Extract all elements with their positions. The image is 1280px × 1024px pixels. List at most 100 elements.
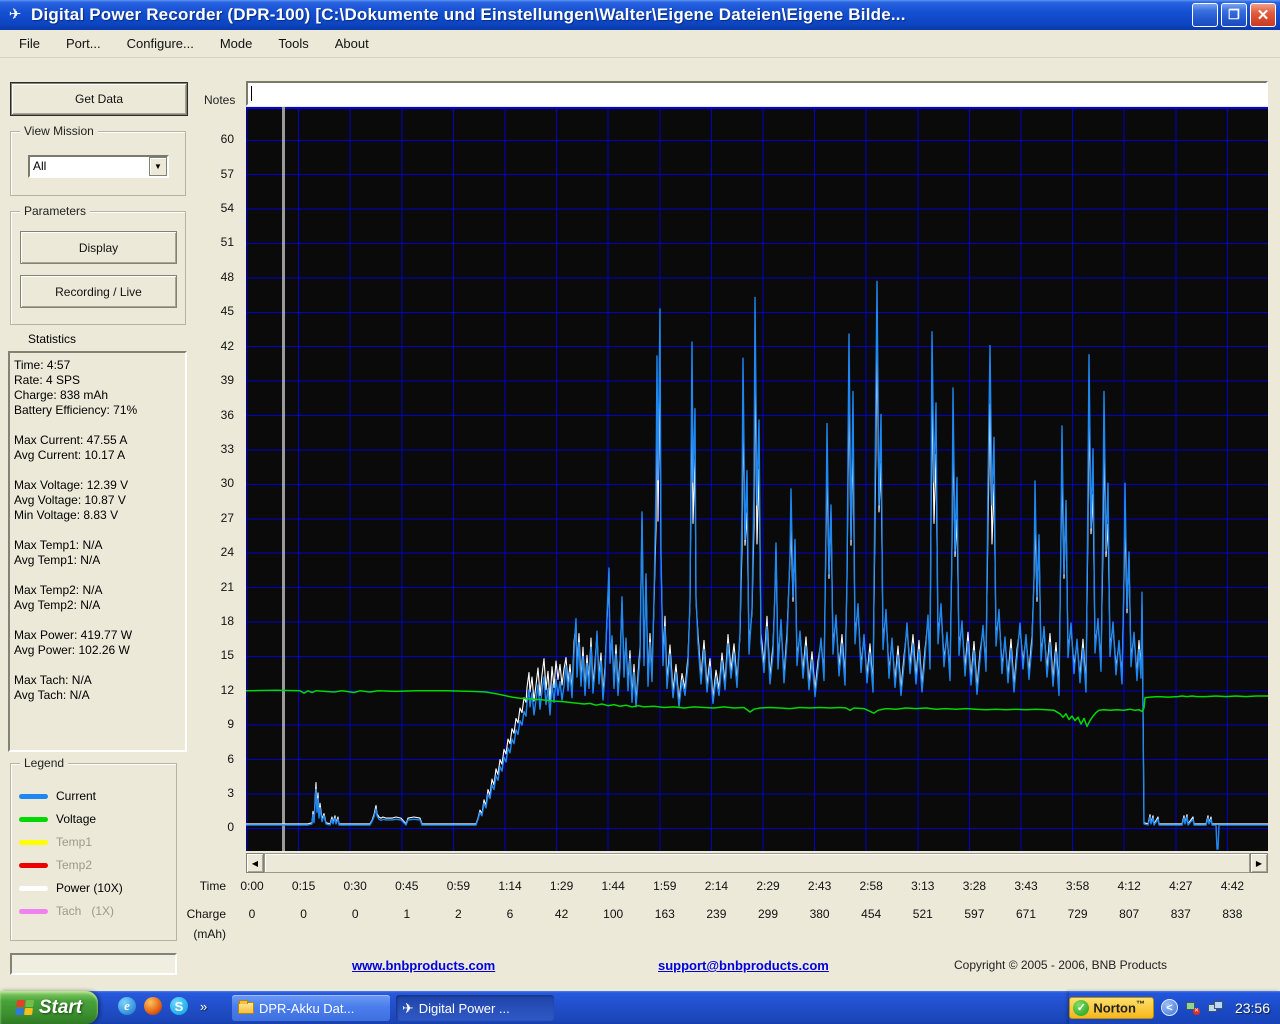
quicklaunch-overflow-chevron[interactable]: » — [200, 999, 207, 1014]
y-tick-label: 39 — [220, 373, 234, 388]
tray-collapse-chevron-icon[interactable]: < — [1160, 999, 1178, 1016]
legend-swatch-icon — [19, 816, 48, 822]
tray-status-icon[interactable]: ✕ — [1185, 1001, 1201, 1015]
time-tick-label: 4:27 — [1169, 879, 1193, 893]
menu-item-port[interactable]: Port... — [55, 32, 112, 55]
scroll-left-arrow-icon[interactable]: ◀ — [246, 853, 264, 873]
charge-value-label: 729 — [1067, 907, 1088, 921]
charge-value-label: 6 — [506, 907, 514, 921]
charge-value-label: 0 — [300, 907, 307, 921]
taskbar-button-app[interactable]: ✈ Digital Power ... — [396, 995, 554, 1021]
minimize-button[interactable]: _ — [1192, 3, 1218, 28]
text-caret — [251, 86, 252, 101]
taskbar-button-folder[interactable]: DPR-Akku Dat... — [232, 995, 390, 1021]
skype-icon[interactable]: S — [170, 997, 188, 1015]
parameters-group: Parameters Display Recording / Live — [10, 204, 186, 325]
time-row-label: Time — [199, 879, 226, 893]
get-data-button[interactable]: Get Data — [10, 82, 188, 116]
legend-item-power: Power (10X) — [19, 878, 123, 898]
charge-value-label: 454 — [861, 907, 882, 921]
time-tick-label: 1:44 — [601, 879, 625, 893]
internet-explorer-icon[interactable]: e — [118, 997, 136, 1015]
chart-canvas — [245, 107, 1268, 851]
time-tick-label: 3:13 — [911, 879, 935, 893]
y-tick-label: 51 — [220, 235, 234, 250]
notes-input[interactable] — [246, 81, 1268, 106]
menu-item-mode[interactable]: Mode — [209, 32, 264, 55]
menu-item-about[interactable]: About — [324, 32, 380, 55]
y-tick-label: 60 — [220, 132, 234, 147]
copyright-text: Copyright © 2005 - 2006, BNB Products — [954, 958, 1167, 972]
notes-label: Notes — [204, 93, 236, 107]
y-tick-label: 33 — [220, 441, 234, 456]
norton-badge[interactable]: ✓ Norton™ — [1069, 996, 1154, 1019]
status-bar — [10, 953, 177, 975]
time-tick-label: 3:43 — [1014, 879, 1038, 893]
legend-item-voltage: Voltage — [19, 809, 96, 829]
recording-live-button[interactable]: Recording / Live — [20, 275, 177, 308]
y-tick-label: 30 — [220, 476, 234, 491]
statistics-text: Time: 4:57 Rate: 4 SPS Charge: 838 mAh B… — [14, 358, 138, 702]
charge-value-label: 0 — [248, 907, 256, 921]
charge-value-label: 100 — [603, 907, 624, 921]
time-tick-label: 0:15 — [291, 879, 316, 893]
time-tick-label: 4:42 — [1220, 879, 1245, 893]
time-tick-label: 2:14 — [704, 879, 729, 893]
charge-value-label: 2 — [455, 907, 462, 921]
y-tick-label: 24 — [220, 545, 234, 560]
window-title: Digital Power Recorder (DPR-100) [C:\Dok… — [31, 5, 906, 24]
y-tick-label: 45 — [220, 304, 234, 319]
legend-item-temp1: Temp1 — [19, 832, 92, 852]
chart-hscrollbar[interactable]: ◀ ▶ — [246, 853, 1268, 873]
y-tick-label: 57 — [220, 166, 234, 181]
time-tick-label: 1:29 — [549, 879, 574, 893]
chevron-down-icon[interactable]: ▼ — [149, 157, 167, 176]
statistics-label: Statistics — [28, 332, 77, 346]
time-tick-label: 4:12 — [1117, 879, 1141, 893]
charge-value-label: 0 — [351, 907, 359, 921]
menu-item-configure[interactable]: Configure... — [116, 32, 205, 55]
website-link[interactable]: www.bnbproducts.com — [352, 958, 495, 973]
system-tray: ✓ Norton™ < ✕ 23:56 — [1069, 991, 1280, 1024]
charge-value-label: 1 — [403, 907, 411, 921]
parameters-label: Parameters — [20, 204, 91, 218]
network-icon[interactable] — [1207, 1000, 1224, 1015]
menu-item-file[interactable]: File — [8, 32, 51, 55]
legend-swatch-icon — [19, 839, 48, 845]
legend-item-label: Tach (1X) — [56, 904, 115, 918]
time-tick-label: 0:30 — [343, 879, 367, 893]
firefox-icon[interactable] — [144, 997, 162, 1015]
time-tick-label: 3:28 — [962, 879, 987, 893]
time-tick-label: 1:59 — [653, 879, 677, 893]
time-tick-label: 2:58 — [859, 879, 883, 893]
restore-button[interactable]: ❐ — [1221, 3, 1247, 27]
charge-value-label: 838 — [1222, 907, 1243, 921]
y-tick-label: 54 — [220, 201, 234, 216]
start-button[interactable]: Start — [0, 991, 98, 1024]
charge-value-label: 299 — [757, 907, 779, 921]
y-tick-label: 36 — [220, 407, 234, 422]
legend-item-temp2: Temp2 — [19, 855, 92, 875]
support-email-link[interactable]: support@bnbproducts.com — [658, 958, 829, 973]
legend-swatch-icon — [19, 885, 48, 891]
charge-value-label: 837 — [1170, 907, 1191, 921]
y-tick-label: 0 — [227, 820, 234, 835]
plane-icon: ✈ — [402, 999, 414, 1016]
scroll-thumb[interactable] — [264, 853, 1250, 873]
legend-swatch-icon — [19, 793, 48, 799]
view-mission-select[interactable]: All ▼ — [28, 155, 169, 178]
charge-value-label: 380 — [809, 907, 830, 921]
y-tick-label: 18 — [220, 614, 234, 628]
y-tick-label: 6 — [227, 751, 234, 766]
time-tick-label: 3:58 — [1065, 879, 1090, 893]
charge-value-label: 521 — [912, 907, 933, 921]
scroll-right-arrow-icon[interactable]: ▶ — [1250, 853, 1268, 873]
menu-item-tools[interactable]: Tools — [267, 32, 319, 55]
display-button[interactable]: Display — [20, 231, 177, 264]
close-button[interactable]: ✕ — [1250, 3, 1276, 27]
y-tick-label: 3 — [227, 786, 234, 801]
charge-value-label: 163 — [654, 907, 675, 921]
window-titlebar: ✈ Digital Power Recorder (DPR-100) [C:\D… — [0, 0, 1280, 30]
time-tick-label: 0:45 — [395, 879, 419, 893]
view-mission-selected-value: All — [33, 159, 47, 173]
